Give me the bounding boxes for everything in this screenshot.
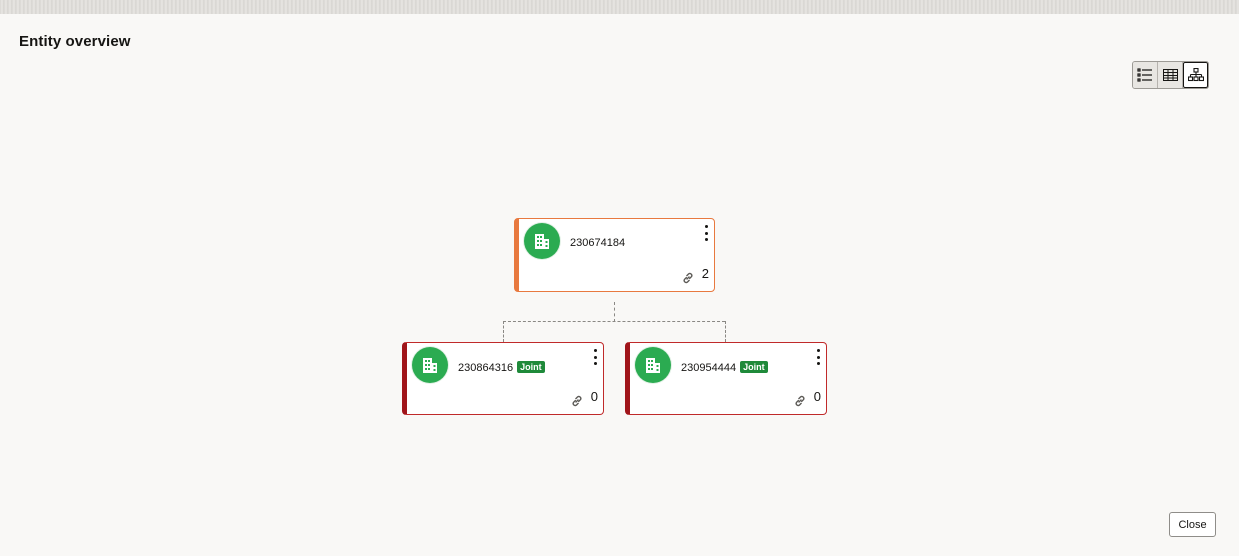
tree-connector	[503, 321, 725, 322]
table-view-button[interactable]	[1158, 62, 1183, 88]
joint-badge: Joint	[517, 361, 545, 373]
entity-id: 230674184	[570, 237, 626, 249]
link-icon	[683, 272, 693, 284]
entity-id: 230954444 Joint	[681, 361, 768, 374]
view-toggle	[1132, 61, 1209, 89]
entity-card-child[interactable]: 230954444 Joint 0	[625, 342, 827, 415]
building-icon	[635, 347, 671, 383]
list-view-button[interactable]	[1133, 62, 1158, 88]
page-title: Entity overview	[19, 33, 131, 50]
tree-connector	[503, 321, 504, 342]
entity-card-child[interactable]: 230864316 Joint 0	[402, 342, 604, 415]
entity-id: 230864316 Joint	[458, 361, 545, 374]
entity-card-root[interactable]: 230674184 2	[514, 218, 715, 292]
hierarchy-icon	[1187, 68, 1204, 82]
hierarchy-view-button[interactable]	[1183, 62, 1208, 88]
list-icon	[1137, 68, 1152, 82]
entity-id-text: 230954444	[681, 362, 737, 374]
tree-connector	[725, 321, 726, 342]
linked-count: 0	[590, 389, 598, 404]
link-icon	[795, 395, 805, 407]
tree-connector	[614, 302, 615, 322]
building-icon	[412, 347, 448, 383]
linked-count: 2	[701, 266, 709, 281]
more-options-icon[interactable]	[591, 348, 599, 366]
link-icon	[572, 395, 582, 407]
window-top-strip	[0, 0, 1239, 14]
more-options-icon[interactable]	[814, 348, 822, 366]
close-button[interactable]: Close	[1169, 512, 1216, 537]
building-icon	[524, 223, 560, 259]
entity-id-text: 230864316	[458, 362, 514, 374]
table-icon	[1162, 69, 1178, 81]
more-options-icon[interactable]	[702, 224, 710, 242]
linked-count: 0	[813, 389, 821, 404]
joint-badge: Joint	[740, 361, 768, 373]
